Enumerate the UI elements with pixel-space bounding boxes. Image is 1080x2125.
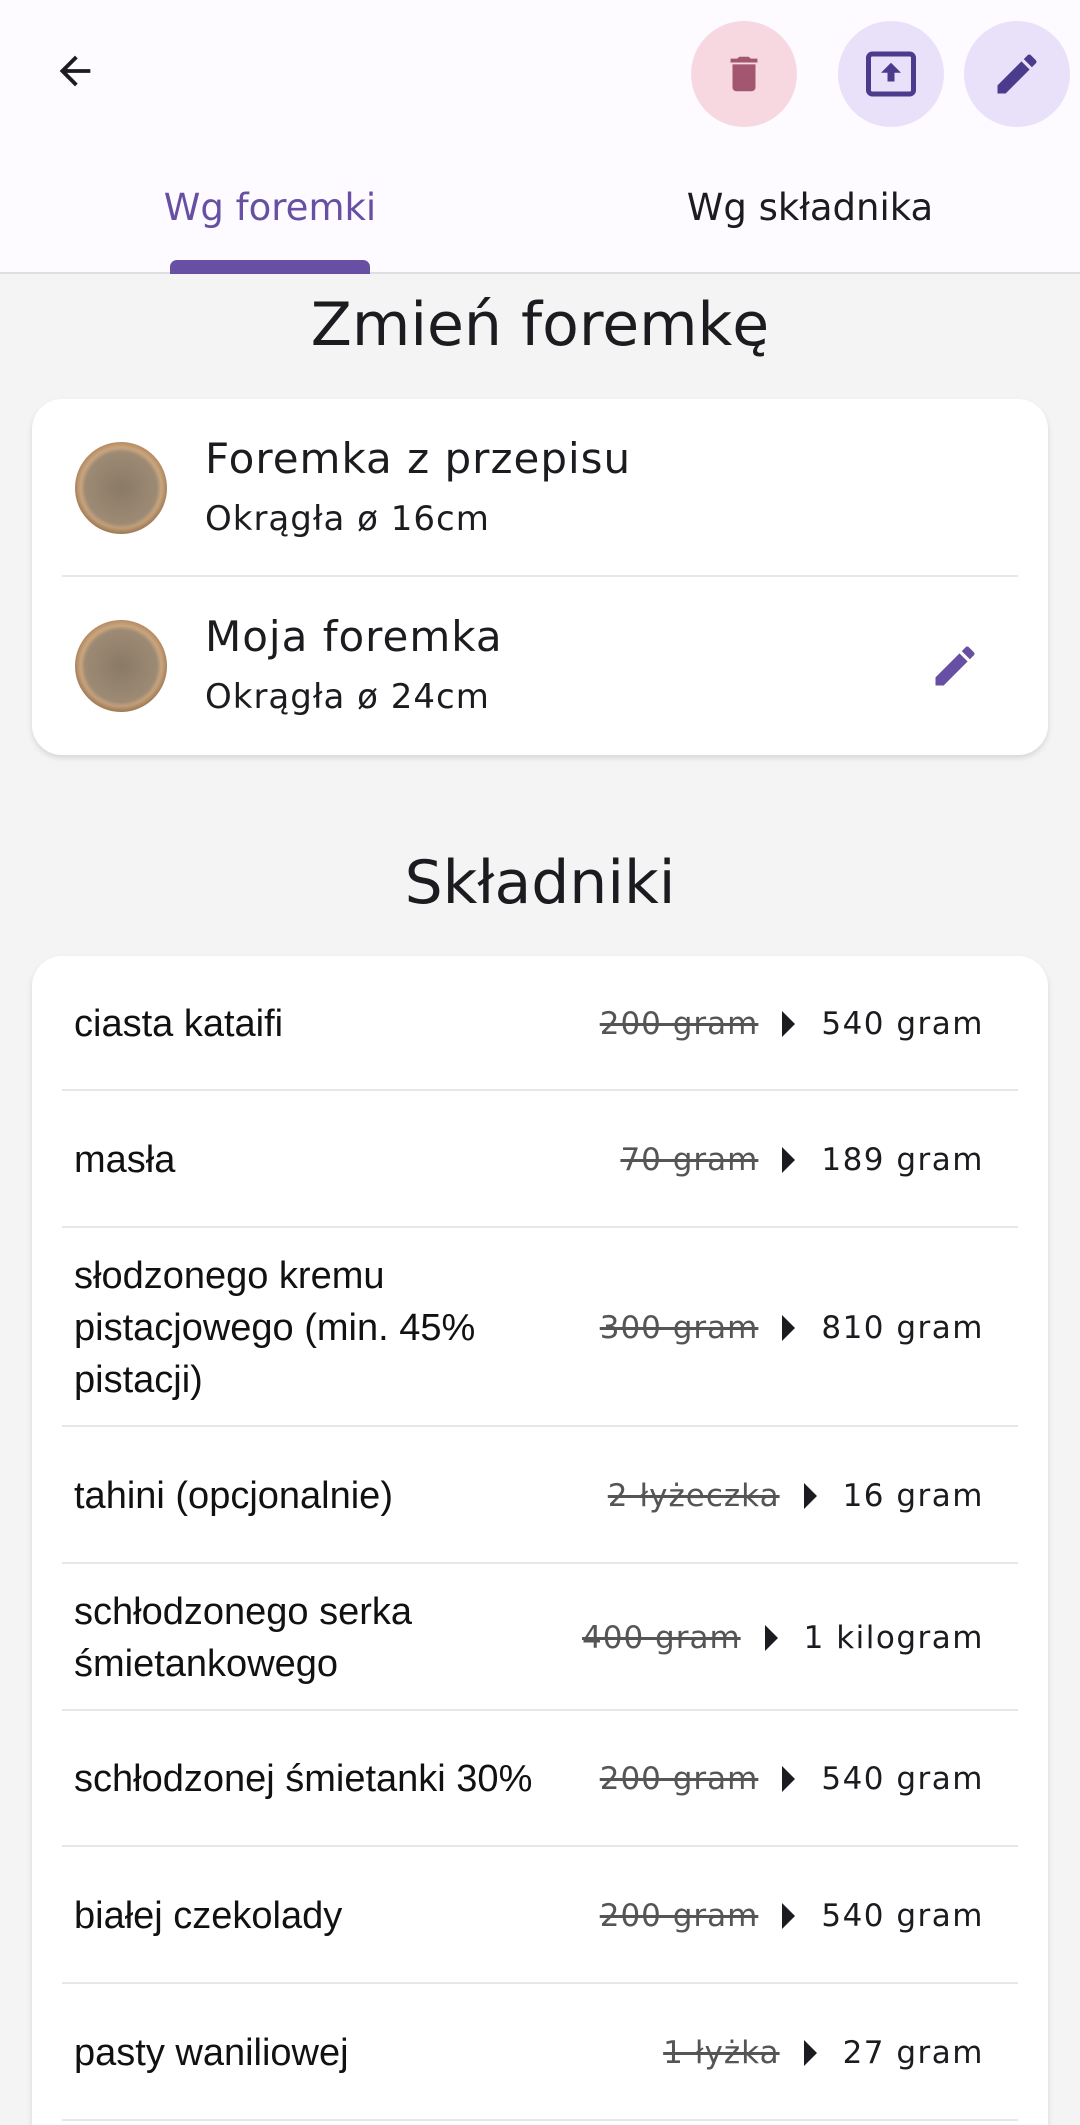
mold-size: Okrągła ø 24cm <box>205 677 490 717</box>
ingredient-row: słodzonego kremu pistacjowego (min. 45% … <box>32 1228 1048 1427</box>
ingredient-row: schłodzonej śmietanki 30% 200 gram 540 g… <box>32 1711 1048 1847</box>
mold-item-recipe[interactable]: Foremka z przepisu Okrągła ø 16cm <box>32 399 1048 577</box>
scaled-amount: 540 gram <box>821 1005 984 1042</box>
tab-by-mold[interactable]: Wg foremki <box>0 168 540 274</box>
original-amount: 2 łyżeczka <box>607 1477 780 1514</box>
round-pan-icon <box>75 620 167 712</box>
ingredient-name: schłodzonego serka śmietankowego <box>74 1590 412 1685</box>
scaled-amount: 16 gram <box>842 1477 984 1514</box>
ingredient-name: ciasta kataifi <box>74 1002 284 1045</box>
original-amount: 1 łyżka <box>663 2034 780 2071</box>
ingredient-amounts: 200 gram 540 gram <box>600 1761 984 1797</box>
ingredient-amounts: 1 łyżka 27 gram <box>663 2035 984 2071</box>
edit-mold-button[interactable] <box>922 633 988 699</box>
original-amount: 200 gram <box>599 1761 759 1797</box>
share-button[interactable] <box>838 21 944 127</box>
back-button[interactable] <box>40 36 110 106</box>
molds-section-title: Zmień foremkę <box>310 290 770 360</box>
original-amount: 200 gram <box>599 1897 759 1934</box>
ingredients-section-title: Składniki <box>404 848 676 918</box>
ingredient-name: pasty waniliowej <box>74 2031 349 2074</box>
round-pan-icon <box>75 442 167 534</box>
ingredient-name: słodzonego kremu pistacjowego (min. 45% … <box>74 1254 476 1401</box>
pencil-icon <box>997 54 1037 94</box>
arrow-right-icon <box>803 1482 817 1509</box>
ingredient-row: ciasta kataifi 200 gram 540 gram <box>32 956 1048 1091</box>
arrow-right-icon <box>782 1314 796 1341</box>
mold-name: Moja foremka <box>205 612 503 661</box>
ingredients-card: ciasta kataifi 200 gram 540 gram masła 7… <box>32 956 1048 2125</box>
original-amount: 300 gram <box>599 1309 759 1346</box>
original-amount: 70 gram <box>620 1141 759 1178</box>
arrow-right-icon <box>782 1902 796 1929</box>
ingredient-amounts: 300 gram 810 gram <box>600 1310 984 1346</box>
scaled-amount: 540 gram <box>821 1761 984 1797</box>
ingredient-row: schłodzonego serka śmietankowego 400 gra… <box>32 1564 1048 1711</box>
arrow-right-icon <box>764 1624 778 1651</box>
ingredient-name: masła <box>74 1138 176 1181</box>
scaled-amount: 189 gram <box>821 1141 984 1178</box>
upload-screen-icon <box>866 51 916 97</box>
arrow-right-icon <box>782 1010 796 1037</box>
divider <box>62 2119 1018 2121</box>
ingredient-row: pasty waniliowej 1 łyżka 27 gram <box>32 1984 1048 2121</box>
original-amount: 400 gram <box>582 1619 741 1656</box>
arrow-right-icon <box>782 1146 796 1173</box>
ingredient-amounts: 200 gram 540 gram <box>600 1006 984 1042</box>
arrow-right-icon <box>782 1766 796 1792</box>
molds-card: Foremka z przepisu Okrągła ø 16cm Moja f… <box>32 399 1048 755</box>
ingredient-row: masła 70 gram 189 gram <box>32 1091 1048 1228</box>
original-amount: 200 gram <box>599 1005 759 1042</box>
scaled-amount: 27 gram <box>842 2034 984 2071</box>
scaled-amount: 1 kilogram <box>803 1619 984 1656</box>
delete-button[interactable] <box>691 21 797 127</box>
tab-by-ingredient[interactable]: Wg składnika <box>540 168 1080 274</box>
ingredient-name: schłodzonej śmietanki 30% <box>74 1758 533 1800</box>
ingredient-amounts: 200 gram 540 gram <box>600 1898 984 1934</box>
ingredient-name: białej czekolady <box>74 1894 343 1937</box>
edit-button[interactable] <box>964 21 1070 127</box>
ingredient-row: białej czekolady 200 gram 540 gram <box>32 1847 1048 1984</box>
trash-icon <box>730 56 758 92</box>
scaled-amount: 540 gram <box>821 1897 984 1934</box>
ingredient-amounts: 2 łyżeczka 16 gram <box>608 1478 984 1514</box>
mold-size: Okrągła ø 16cm <box>205 499 490 539</box>
scaled-amount: 810 gram <box>821 1309 984 1346</box>
ingredient-row: tahini (opcjonalnie) 2 łyżeczka 16 gram <box>32 1427 1048 1564</box>
arrow-back-icon <box>59 55 91 87</box>
arrow-right-icon <box>803 2039 817 2066</box>
top-app-bar: Wg foremki Wg składnika <box>0 0 1080 274</box>
ingredient-amounts: 400 gram 1 kilogram <box>582 1620 984 1656</box>
mold-item-mine[interactable]: Moja foremka Okrągła ø 24cm <box>32 577 1048 755</box>
tab-indicator <box>170 260 370 274</box>
ingredient-name: tahini (opcjonalnie) <box>74 1474 393 1517</box>
mold-name: Foremka z przepisu <box>205 434 632 483</box>
ingredient-amounts: 70 gram 189 gram <box>620 1142 984 1178</box>
pencil-icon <box>935 646 975 686</box>
